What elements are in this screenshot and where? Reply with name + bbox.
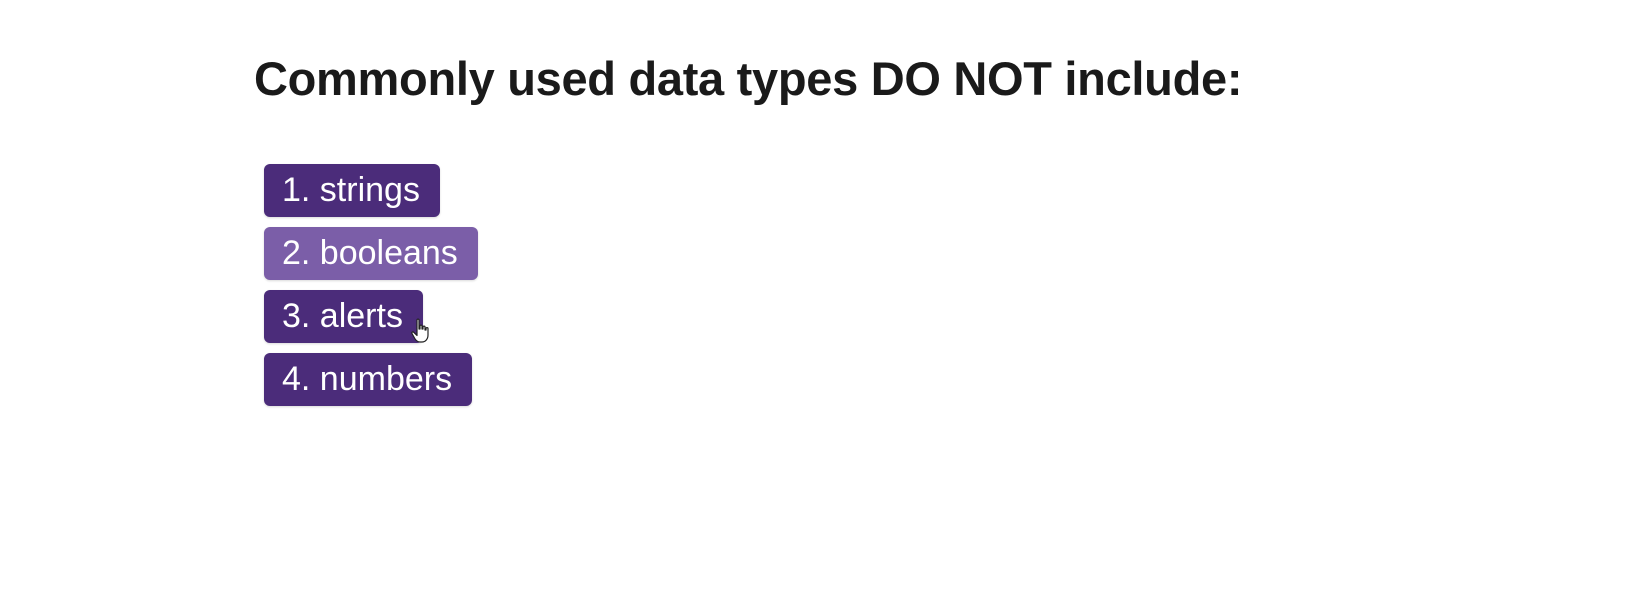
choice-button-booleans[interactable]: 2. booleans <box>264 227 478 280</box>
choice-button-numbers[interactable]: 4. numbers <box>264 353 473 406</box>
answer-choices: 1. strings 2. booleans 3. alerts 4. numb… <box>254 164 1254 406</box>
choice-button-alerts[interactable]: 3. alerts <box>264 290 423 343</box>
choice-button-strings[interactable]: 1. strings <box>264 164 440 217</box>
quiz-card: Commonly used data types DO NOT include:… <box>254 48 1254 406</box>
question-title: Commonly used data types DO NOT include: <box>254 52 1243 105</box>
